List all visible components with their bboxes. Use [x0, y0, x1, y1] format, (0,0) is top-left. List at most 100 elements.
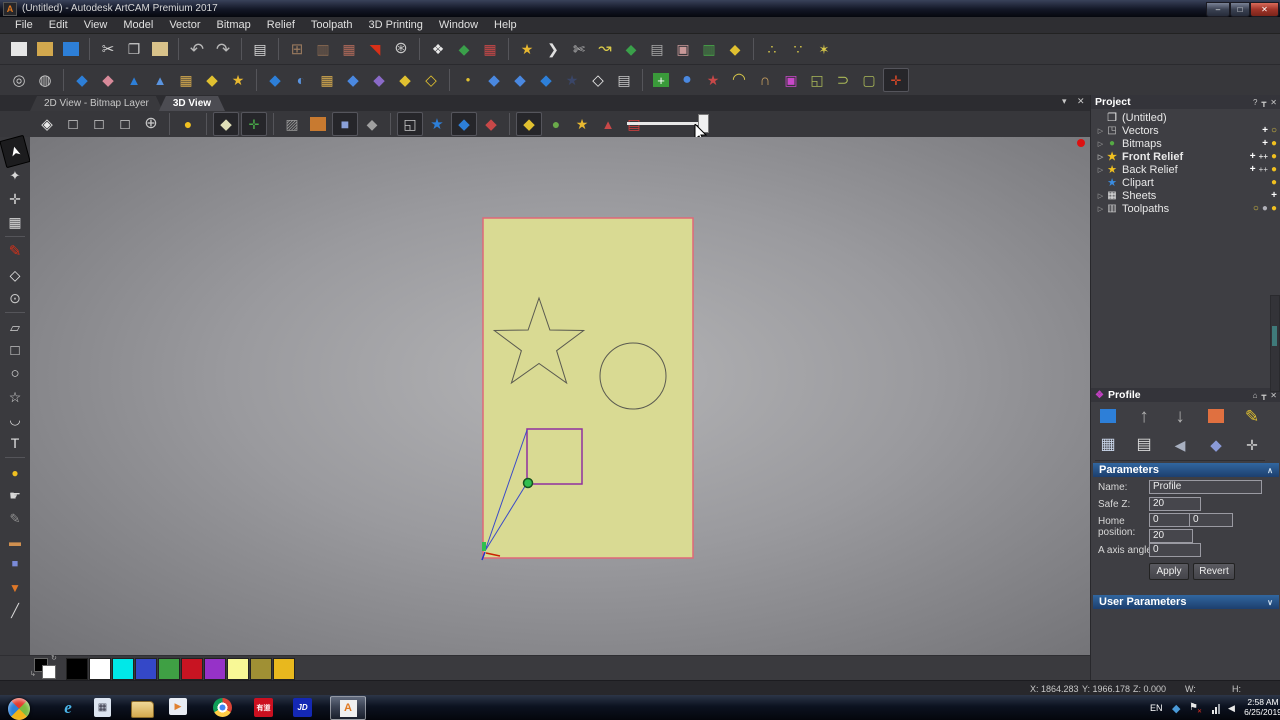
- visibility-on-icon[interactable]: ●: [1271, 138, 1277, 149]
- copy-icon[interactable]: ❐: [122, 37, 146, 61]
- undo-icon[interactable]: ↶: [185, 37, 209, 61]
- eraser-tool-icon[interactable]: ■: [3, 553, 27, 576]
- relief-peaks-icon[interactable]: ▲: [148, 68, 172, 92]
- view-x-icon[interactable]: □: [61, 112, 85, 136]
- menu-file[interactable]: File: [8, 19, 40, 31]
- color-swatch-6[interactable]: [181, 658, 203, 680]
- snap-settings-icon[interactable]: ⊛: [389, 37, 413, 61]
- secondary-color-swatch[interactable]: [42, 665, 56, 679]
- paste-icon[interactable]: [148, 37, 172, 61]
- simulate-toolpath-icon[interactable]: ◆: [1204, 433, 1228, 457]
- new-file-icon[interactable]: [7, 37, 31, 61]
- visibility-gray-icon[interactable]: ●: [1262, 203, 1268, 214]
- tab-3d-view[interactable]: 3D View: [159, 96, 225, 111]
- color-swatch-3[interactable]: [112, 658, 134, 680]
- add-relief-icon[interactable]: +: [649, 68, 673, 92]
- point-path-icon[interactable]: ✶: [812, 37, 836, 61]
- calculator-icon[interactable]: ▦: [94, 698, 111, 717]
- save-icon[interactable]: [59, 37, 83, 61]
- preview-relief-icon[interactable]: ◆: [516, 112, 542, 136]
- tree-item-sheets[interactable]: ▷▦ Sheets +: [1091, 189, 1280, 202]
- color-swatch-8[interactable]: [227, 658, 249, 680]
- smooth-flat-icon[interactable]: ◆: [263, 68, 287, 92]
- network-icon[interactable]: [1210, 704, 1222, 714]
- close-button[interactable]: ✕: [1250, 2, 1279, 17]
- apply-button[interactable]: Apply: [1149, 563, 1189, 580]
- open-folder-icon[interactable]: [33, 37, 57, 61]
- edit-toolpath-icon[interactable]: ✎: [1240, 404, 1264, 428]
- move-model-icon[interactable]: ✛: [883, 68, 909, 92]
- add-layers-icon[interactable]: ++: [1259, 152, 1268, 161]
- view-dropdown-icon[interactable]: ▾: [1062, 96, 1067, 107]
- pin-icon[interactable]: ┳: [1261, 391, 1266, 400]
- puzzle-piece-icon[interactable]: ▨: [280, 112, 304, 136]
- machine-output-icon[interactable]: ◀: [1168, 433, 1192, 457]
- expand-icon[interactable]: ▷: [1096, 166, 1105, 174]
- transform-toolpath-icon[interactable]: ✛: [1240, 433, 1264, 457]
- internet-explorer-icon[interactable]: e: [56, 698, 80, 718]
- close-panel-icon[interactable]: ✕: [1270, 98, 1277, 107]
- origin-triad-icon[interactable]: ✛: [241, 112, 267, 136]
- menu-bitmap[interactable]: Bitmap: [210, 19, 258, 31]
- material-sheets-icon[interactable]: ▥: [311, 37, 335, 61]
- name-input[interactable]: Profile: [1149, 480, 1262, 494]
- model-canvas[interactable]: [30, 137, 1090, 655]
- shape-bracket-icon[interactable]: ⊃: [831, 68, 855, 92]
- relief-weave-icon[interactable]: ▦: [174, 68, 198, 92]
- offset-relief-icon[interactable]: ◆: [452, 37, 476, 61]
- toolpath-notes-icon[interactable]: ▤: [1132, 433, 1156, 457]
- point-rows-icon[interactable]: ∵: [786, 37, 810, 61]
- home-x-input[interactable]: 0: [1149, 513, 1193, 527]
- arc-arrow-icon[interactable]: ◠: [727, 68, 751, 92]
- taskbar-clock[interactable]: 2:58 AM 6/25/2019: [1240, 697, 1280, 717]
- media-player-icon[interactable]: ▶: [169, 698, 187, 715]
- zoom-object-icon[interactable]: ◎: [7, 68, 31, 92]
- tab-2d-view[interactable]: 2D View - Bitmap Layer: [30, 96, 163, 111]
- sketch-pen-icon[interactable]: ✎: [3, 507, 27, 530]
- star-cut-icon[interactable]: ★: [560, 68, 584, 92]
- notes-icon[interactable]: ▤: [248, 37, 272, 61]
- expand-section-icon[interactable]: ∨: [1267, 598, 1273, 607]
- wrap-relief-icon[interactable]: ◆: [482, 68, 506, 92]
- stamp-tool-icon[interactable]: ▼: [3, 576, 27, 599]
- relief-peak-icon[interactable]: ▲: [122, 68, 146, 92]
- delete-toolpath-icon[interactable]: [1204, 404, 1228, 428]
- copy-view-icon[interactable]: ◱: [397, 112, 423, 136]
- menu-edit[interactable]: Edit: [42, 19, 75, 31]
- texture-maze-icon[interactable]: ▣: [671, 37, 695, 61]
- paint-erase-icon[interactable]: ◇: [3, 263, 27, 286]
- relief-library-icon[interactable]: ★: [226, 68, 250, 92]
- create-arc-icon[interactable]: ◡: [3, 408, 27, 431]
- ring-relief-icon[interactable]: ◆: [367, 68, 391, 92]
- youdao-icon[interactable]: 有道: [254, 698, 273, 717]
- visibility-on-icon[interactable]: ●: [1271, 151, 1277, 162]
- collapse-icon[interactable]: ∧: [1267, 466, 1273, 475]
- zoom-in-3d-icon[interactable]: ⊕: [139, 112, 163, 136]
- fit-curve-icon[interactable]: ↝: [593, 37, 617, 61]
- find-clipart-icon[interactable]: ★: [570, 112, 594, 136]
- visibility-off-icon[interactable]: ○: [1271, 125, 1277, 136]
- menu-view[interactable]: View: [77, 19, 115, 31]
- visibility-on-icon[interactable]: ●: [1271, 203, 1277, 214]
- shape-overlap-icon[interactable]: ◱: [805, 68, 829, 92]
- relief-red-icon[interactable]: ◆: [479, 112, 503, 136]
- view-z-icon[interactable]: □: [113, 112, 137, 136]
- user-parameters-section-header[interactable]: User Parameters ∨: [1093, 595, 1279, 609]
- tree-item-back-relief[interactable]: ▷★ Back Relief +++●: [1091, 163, 1280, 176]
- smooth-half-icon[interactable]: ◐: [289, 68, 313, 92]
- home-y-input[interactable]: 0: [1189, 513, 1233, 527]
- material-block-icon[interactable]: ■: [332, 112, 358, 136]
- redo-icon[interactable]: ↷: [211, 37, 235, 61]
- help-icon[interactable]: ?: [1253, 98, 1257, 107]
- safe-z-input[interactable]: 20: [1149, 497, 1201, 511]
- white-relief-icon[interactable]: ◇: [586, 68, 610, 92]
- move-up-icon[interactable]: ↑: [1132, 404, 1156, 428]
- arch-tool-icon[interactable]: ∩: [753, 68, 777, 92]
- texture-relief-icon[interactable]: ▦: [315, 68, 339, 92]
- panel-scrollbar-track[interactable]: [1270, 295, 1280, 392]
- tree-item-front-relief[interactable]: ▷★ Front Relief +++●: [1091, 150, 1280, 163]
- rotary-cylinder-icon[interactable]: [306, 112, 330, 136]
- maximize-button[interactable]: □: [1230, 2, 1250, 17]
- fold-relief-icon[interactable]: ◆: [508, 68, 532, 92]
- menu-3d-printing[interactable]: 3D Printing: [361, 19, 429, 31]
